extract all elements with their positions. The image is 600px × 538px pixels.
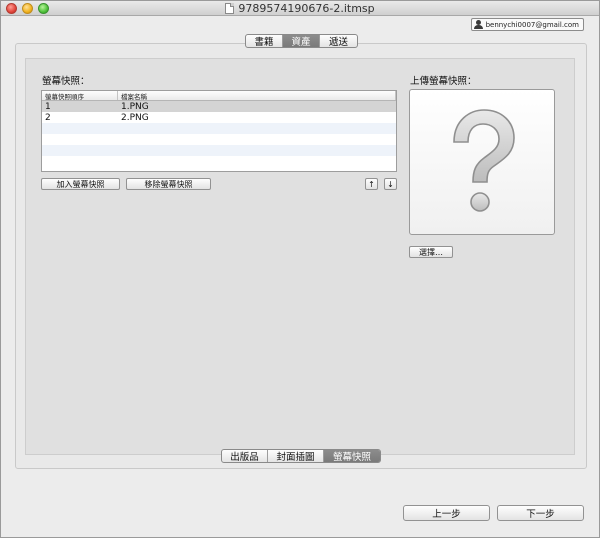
window-title: 9789574190676-2.itmsp [238,2,375,15]
user-icon [473,20,483,29]
row-filename: 1.PNG [121,101,149,112]
remove-screenshot-button[interactable]: 移除螢幕快照 [126,178,211,190]
column-header-filename[interactable]: 檔案名稱 [118,91,396,101]
back-button[interactable]: 上一步 [403,505,490,521]
column-header-order[interactable]: 螢幕快照順序 [42,91,118,101]
empty-row [42,156,396,167]
window-title-group: 9789574190676-2.itmsp [1,1,599,16]
screenshot-image-well[interactable] [409,89,555,235]
question-mark-icon [453,109,515,212]
app-window: 9789574190676-2.itmsp bennychi0007@gmail… [0,0,600,538]
tab-books[interactable]: 書籍 [246,35,283,47]
upload-screenshot-label: 上傳螢幕快照： [410,76,477,87]
tab-publication[interactable]: 出版品 [222,450,268,462]
next-button[interactable]: 下一步 [497,505,584,521]
table-header: 螢幕快照順序 檔案名稱 [42,91,396,101]
screenshots-table[interactable]: 螢幕快照順序 檔案名稱 1 1.PNG 2 2.PNG [41,90,397,172]
row-filename: 2.PNG [121,112,149,123]
table-row[interactable]: 1 1.PNG [42,101,396,112]
tab-delivery[interactable]: 遞送 [320,35,357,47]
bottom-tab-bar: 出版品 封面插圖 螢幕快照 [221,449,381,463]
account-email: bennychi0007@gmail.com [485,20,579,29]
document-icon [225,3,235,14]
screenshots-section-label: 螢幕快照： [42,76,90,87]
top-tab-bar: 書籍 資產 遞送 [245,34,358,48]
tab-screenshots[interactable]: 螢幕快照 [324,450,380,462]
empty-row [42,123,396,134]
empty-row [42,134,396,145]
move-up-button[interactable]: ↑ [365,178,378,190]
move-down-button[interactable]: ↓ [384,178,397,190]
choose-file-button[interactable]: 選擇… [409,246,453,258]
add-screenshot-button[interactable]: 加入螢幕快照 [41,178,120,190]
account-badge[interactable]: bennychi0007@gmail.com [470,18,584,31]
title-bar: 9789574190676-2.itmsp [1,1,599,16]
table-row[interactable]: 2 2.PNG [42,112,396,123]
row-order: 1 [45,101,51,112]
empty-row [42,145,396,156]
row-order: 2 [45,112,51,123]
tab-assets[interactable]: 資產 [283,35,320,47]
tab-cover-art[interactable]: 封面插圖 [268,450,324,462]
